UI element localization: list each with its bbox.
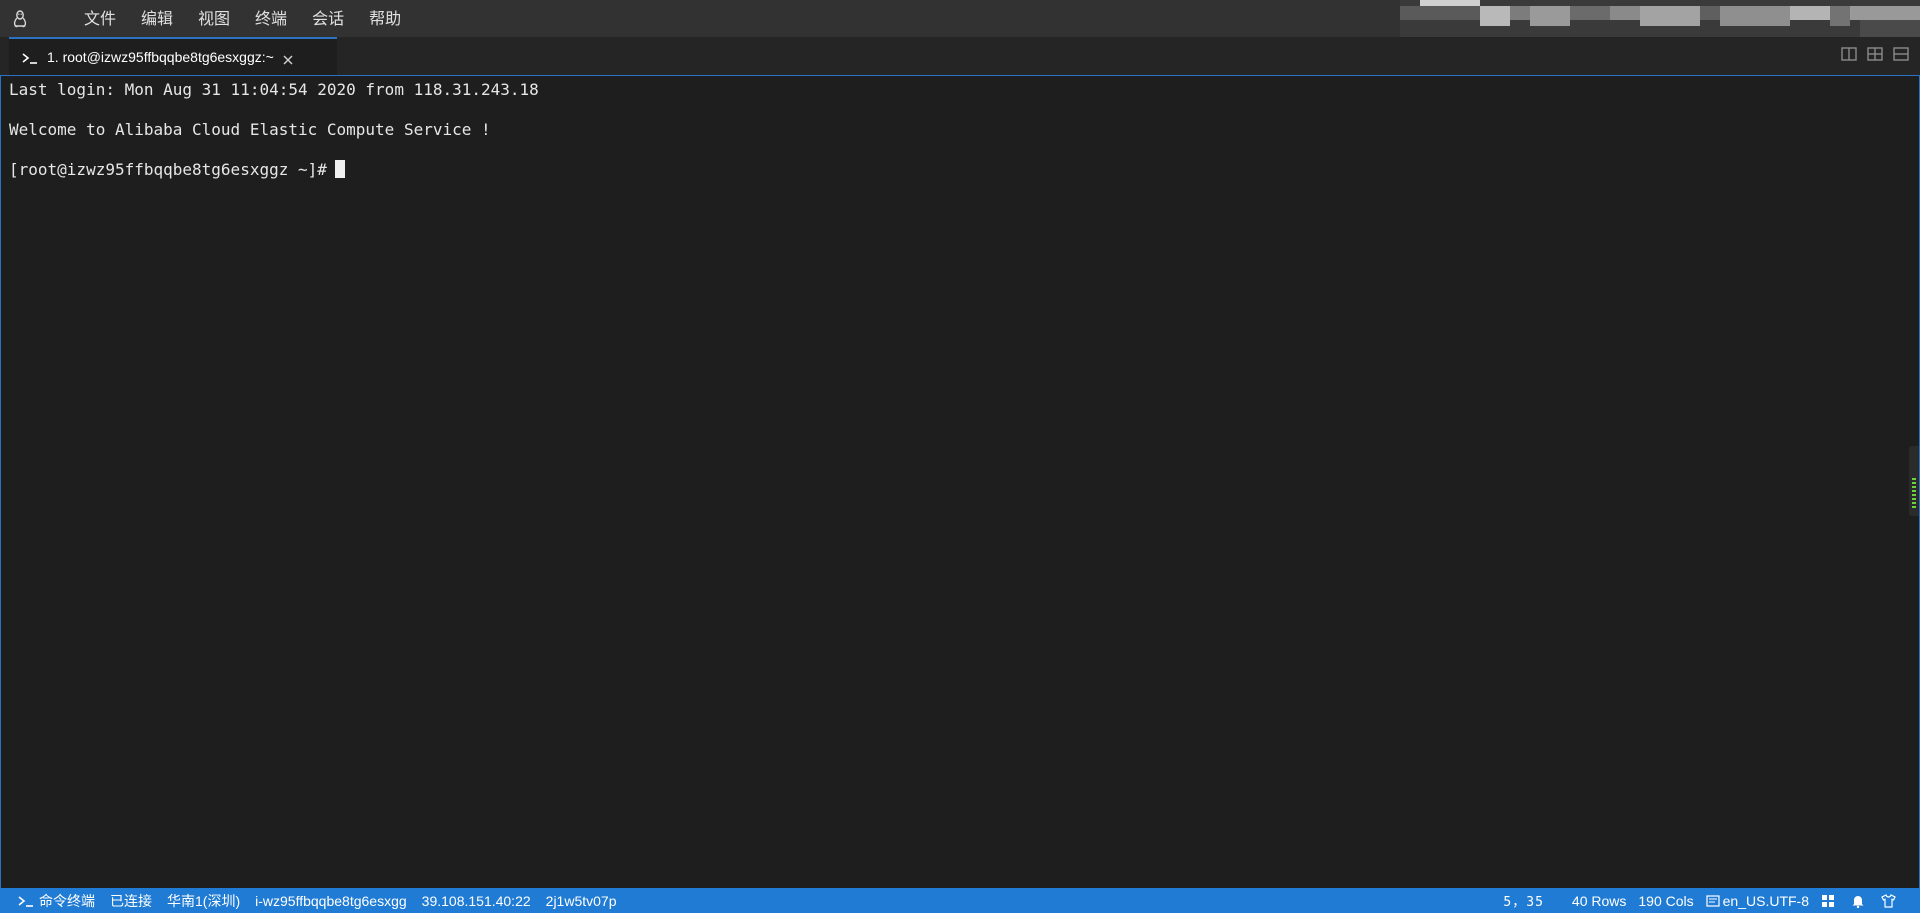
status-cursor-position: 5，35: [1503, 895, 1544, 910]
terminal-output[interactable]: Last login: Mon Aug 31 11:04:54 2020 fro…: [0, 76, 1920, 888]
terminal-line-last-login: Last login: Mon Aug 31 11:04:54 2020 fro…: [9, 80, 539, 99]
menu-help[interactable]: 帮助: [359, 0, 411, 37]
terminal-prompt-line: [root@izwz95ffbqqbe8tg6esxggz ~]#: [9, 160, 345, 180]
menu-bar: 文件 编辑 视图 终端 会话 帮助: [0, 0, 1920, 37]
layout-grid-icon[interactable]: [1821, 894, 1835, 908]
status-session-id: 2j1w5tv07p: [545, 892, 617, 909]
menu-items: 文件 编辑 视图 终端 会话 帮助: [74, 0, 416, 37]
menu-file[interactable]: 文件: [74, 0, 126, 37]
layout-buttons: [1840, 45, 1910, 63]
status-encoding[interactable]: en_US.UTF-8: [1706, 893, 1809, 909]
menu-session[interactable]: 会话: [302, 0, 354, 37]
status-cols[interactable]: 190 Cols: [1638, 893, 1693, 909]
terminal-line-welcome: Welcome to Alibaba Cloud Elastic Compute…: [9, 120, 491, 139]
status-address: 39.108.151.40:22: [421, 892, 531, 909]
menu-edit[interactable]: 编辑: [131, 0, 183, 37]
terminal-prompt-icon: [18, 895, 33, 907]
status-instance-id[interactable]: i-wz95ffbqqbe8tg6esxgg: [255, 893, 407, 909]
tab-strip: 1. root@izwz95ffbqqbe8tg6esxggz:~: [0, 37, 1920, 76]
status-mode[interactable]: 命令终端: [18, 891, 95, 911]
terminal-app: 文件 编辑 视图 终端 会话 帮助 1. root@izwz95ffbqqbe8…: [0, 0, 1920, 913]
status-encoding-label: en_US.UTF-8: [1722, 892, 1809, 909]
status-bar: 命令终端 已连接 华南1(深圳) i-wz95ffbqqbe8tg6esxgg …: [0, 888, 1920, 913]
status-connection: 已连接: [110, 892, 152, 909]
linux-penguin-icon: [2, 0, 38, 37]
status-left: 命令终端 已连接 华南1(深圳) i-wz95ffbqqbe8tg6esxgg …: [18, 891, 631, 911]
redacted-area: [1400, 0, 1920, 37]
status-right: 5，35 40 Rows 190 Cols en_US.UTF-8: [1503, 888, 1912, 913]
activity-meter: [1912, 478, 1916, 508]
split-horizontal-icon[interactable]: [1892, 45, 1910, 63]
menu-view[interactable]: 视图: [188, 0, 240, 37]
split-grid-icon[interactable]: [1866, 45, 1884, 63]
terminal-prompt: [root@izwz95ffbqqbe8tg6esxggz ~]#: [9, 160, 327, 179]
status-mode-label: 命令终端: [39, 892, 95, 909]
scrollbar-minimap[interactable]: [1909, 446, 1919, 516]
encoding-icon: [1706, 894, 1720, 907]
close-icon[interactable]: [282, 51, 294, 65]
shirt-theme-icon[interactable]: [1881, 893, 1896, 908]
menu-terminal[interactable]: 终端: [245, 0, 297, 37]
split-vertical-icon[interactable]: [1840, 45, 1858, 63]
text-cursor: [334, 160, 345, 178]
tab-session-1[interactable]: 1. root@izwz95ffbqqbe8tg6esxggz:~: [9, 37, 337, 75]
tab-label: 1. root@izwz95ffbqqbe8tg6esxggz:~: [47, 49, 274, 65]
terminal-prompt-icon: [21, 50, 39, 64]
status-region: 华南1(深圳): [167, 892, 241, 909]
status-rows[interactable]: 40 Rows: [1572, 893, 1626, 909]
bell-icon[interactable]: [1851, 894, 1865, 908]
